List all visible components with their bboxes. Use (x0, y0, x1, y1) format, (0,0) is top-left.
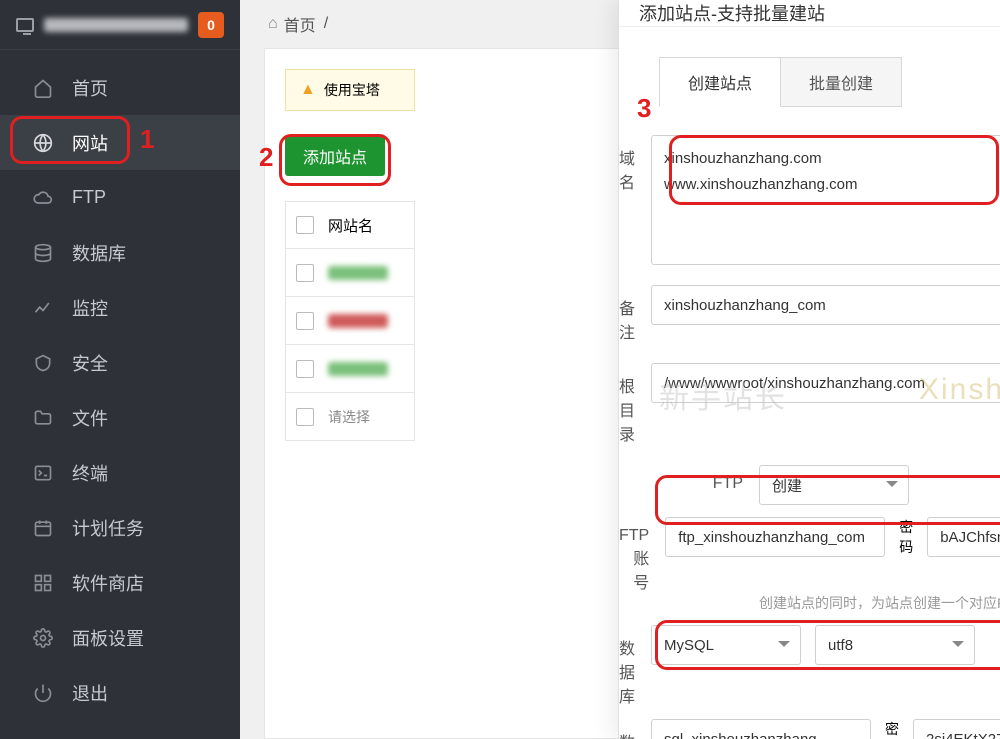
row-checkbox[interactable] (296, 312, 314, 330)
sidebar-item-label: 监控 (72, 295, 108, 321)
table-row[interactable] (285, 249, 415, 297)
table-row[interactable] (285, 297, 415, 345)
label-database: 数据库 (619, 625, 651, 707)
sidebar-item-files[interactable]: 文件 (0, 390, 240, 445)
sidebar-item-security[interactable]: 安全 (0, 335, 240, 390)
terminal-icon (32, 462, 54, 484)
sidebar-header: 0 (0, 0, 240, 50)
warning-text: 使用宝塔 (324, 80, 380, 100)
site-table: 网站名 请选择 (285, 201, 415, 441)
grid-icon (32, 572, 54, 594)
warning-icon: ▲ (300, 81, 316, 99)
sidebar-item-ftp[interactable]: FTP (0, 170, 240, 225)
sidebar-item-label: 退出 (72, 680, 108, 706)
sidebar-item-label: 网站 (72, 130, 108, 156)
sidebar-item-site[interactable]: 网站 (0, 115, 240, 170)
sidebar-item-label: 面板设置 (72, 625, 144, 651)
label-db-password: 密码 (885, 719, 899, 739)
sidebar-item-store[interactable]: 软件商店 (0, 555, 240, 610)
label-ftp-password: 密码 (899, 517, 913, 557)
add-site-button[interactable]: 添加站点 (285, 136, 385, 176)
shield-icon (32, 352, 54, 374)
ftp-password-input[interactable] (927, 517, 1000, 557)
row-checkbox[interactable] (296, 408, 314, 426)
sidebar-item-home[interactable]: 首页 (0, 60, 240, 115)
db-engine-select[interactable]: MySQL (651, 625, 801, 665)
select-placeholder: 请选择 (328, 407, 370, 427)
sidebar: 0 首页 网站 FTP 数据库 监控 安全 文件 (0, 0, 240, 739)
gear-icon (32, 627, 54, 649)
sidebar-item-label: 终端 (72, 460, 108, 486)
sidebar-item-label: 计划任务 (72, 515, 144, 541)
label-root: 根目录 (619, 363, 651, 445)
ftp-hint: 创建站点的同时，为站点创建一个对应FTP帐户，并且FTP目录指向 (619, 593, 1000, 613)
cloud-icon (32, 187, 54, 209)
label-ftp: FTP (619, 465, 759, 493)
sidebar-item-db[interactable]: 数据库 (0, 225, 240, 280)
chevron-down-icon (952, 641, 964, 653)
ftp-user-input[interactable] (665, 517, 885, 557)
globe-icon (32, 132, 54, 154)
site-name-blurred (328, 266, 388, 280)
tab-create-site[interactable]: 创建站点 (659, 57, 781, 107)
warning-banner: ▲ 使用宝塔 (285, 69, 415, 111)
db-charset-select[interactable]: utf8 (815, 625, 975, 665)
chevron-down-icon (886, 481, 898, 493)
label-db-user: 数据库账号 (619, 719, 651, 739)
breadcrumb-separator: / (324, 15, 328, 33)
monitor-icon (16, 18, 34, 32)
modal-title: 添加站点-支持批量建站 (619, 0, 1000, 27)
modal-form: 域名 备注 根目录 FTP 创建 FTP账号 (619, 107, 1000, 739)
table-row[interactable] (285, 345, 415, 393)
sidebar-item-label: 软件商店 (72, 570, 144, 596)
sidebar-item-label: 首页 (72, 75, 108, 101)
annotation-number-2: 2 (259, 142, 273, 173)
sidebar-item-logout[interactable]: 退出 (0, 665, 240, 720)
server-ip-blurred (44, 18, 188, 32)
label-domain: 域名 (619, 135, 651, 193)
remark-input[interactable] (651, 285, 1000, 325)
ftp-select[interactable]: 创建 (759, 465, 909, 505)
home-icon-small: ⌂ (268, 15, 278, 33)
power-icon (32, 682, 54, 704)
site-name-blurred (328, 362, 388, 376)
table-header-sitename: 网站名 (328, 215, 373, 236)
sidebar-item-monitor[interactable]: 监控 (0, 280, 240, 335)
label-ftp-user: FTP账号 (619, 517, 665, 593)
chevron-down-icon (778, 641, 790, 653)
sidebar-menu: 首页 网站 FTP 数据库 监控 安全 文件 终端 (0, 50, 240, 720)
sidebar-item-settings[interactable]: 面板设置 (0, 610, 240, 665)
table-header-row: 网站名 (285, 201, 415, 249)
sidebar-item-label: 数据库 (72, 240, 126, 266)
notification-badge[interactable]: 0 (198, 12, 224, 38)
label-remark: 备注 (619, 285, 651, 343)
row-checkbox[interactable] (296, 264, 314, 282)
sidebar-item-cron[interactable]: 计划任务 (0, 500, 240, 555)
calendar-icon (32, 517, 54, 539)
select-all-checkbox[interactable] (296, 216, 314, 234)
domain-input[interactable] (651, 135, 1000, 265)
folder-icon (32, 407, 54, 429)
sidebar-item-label: FTP (72, 187, 106, 208)
table-select-row[interactable]: 请选择 (285, 393, 415, 441)
root-dir-input[interactable] (651, 363, 1000, 403)
modal-tabs: 创建站点 批量创建 (659, 57, 1000, 107)
db-user-input[interactable] (651, 719, 871, 739)
sidebar-item-label: 文件 (72, 405, 108, 431)
breadcrumb-home[interactable]: 首页 (284, 12, 316, 36)
main-area: ⌂ 首页 / ▲ 使用宝塔 添加站点 网站名 请选择 2 添加站点-支持批量建站… (240, 0, 1000, 739)
add-site-modal: 添加站点-支持批量建站 创建站点 批量创建 域名 备注 根目录 FTP (618, 0, 1000, 739)
tab-batch-create[interactable]: 批量创建 (781, 57, 902, 107)
chart-icon (32, 297, 54, 319)
home-icon (32, 77, 54, 99)
site-name-blurred (328, 314, 388, 328)
db-password-input[interactable] (913, 719, 1000, 739)
row-checkbox[interactable] (296, 360, 314, 378)
sidebar-item-label: 安全 (72, 350, 108, 376)
database-icon (32, 242, 54, 264)
sidebar-item-terminal[interactable]: 终端 (0, 445, 240, 500)
